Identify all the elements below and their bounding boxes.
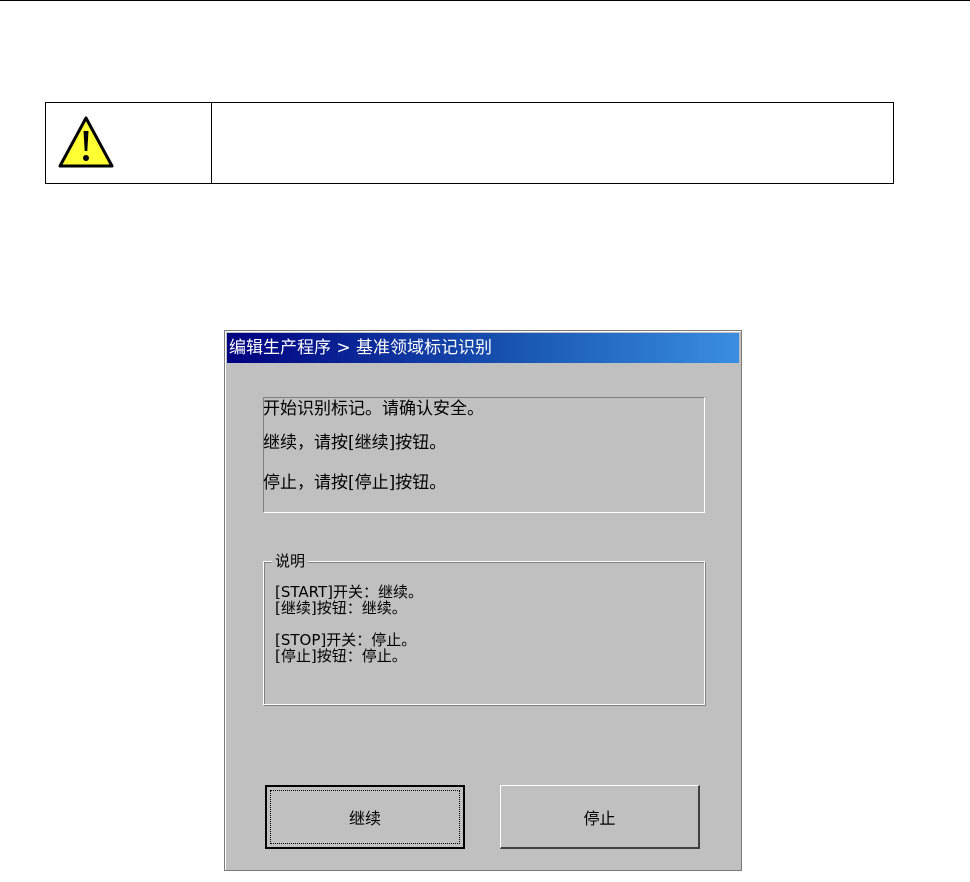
warning-text: [212, 103, 893, 183]
help-group: 说明 [START]开关：继续。 [继续]按钮：继续。 [STOP]开关：停止。…: [263, 551, 705, 705]
help-line-start-switch: [START]开关：继续。: [275, 583, 423, 601]
help-legend: 说明: [272, 551, 309, 571]
message-line-continue: 继续，请按[继续]按钮。: [263, 433, 447, 453]
stop-button[interactable]: 停止: [500, 785, 700, 849]
warning-triangle-icon: [58, 116, 114, 168]
continue-button[interactable]: 继续: [265, 785, 465, 849]
warning-icon-cell: [46, 103, 212, 183]
dialog-title: 编辑生产程序 > 基准领域标记识别: [227, 333, 739, 363]
help-line-stop-button: [停止]按钮：停止。: [275, 647, 407, 665]
mark-recognition-dialog: 编辑生产程序 > 基准领域标记识别 开始识别标记。请确认安全。 继续，请按[继续…: [224, 330, 742, 871]
top-rule: [0, 0, 970, 1]
message-panel: 开始识别标记。请确认安全。 继续，请按[继续]按钮。 停止，请按[停止]按钮。: [263, 397, 705, 513]
message-line-start: 开始识别标记。请确认安全。: [263, 399, 484, 419]
message-line-stop: 停止，请按[停止]按钮。: [263, 473, 447, 493]
help-line-stop-switch: [STOP]开关：停止。: [275, 631, 417, 649]
help-line-continue-button: [继续]按钮：继续。: [275, 599, 407, 617]
warning-box: [45, 102, 894, 184]
